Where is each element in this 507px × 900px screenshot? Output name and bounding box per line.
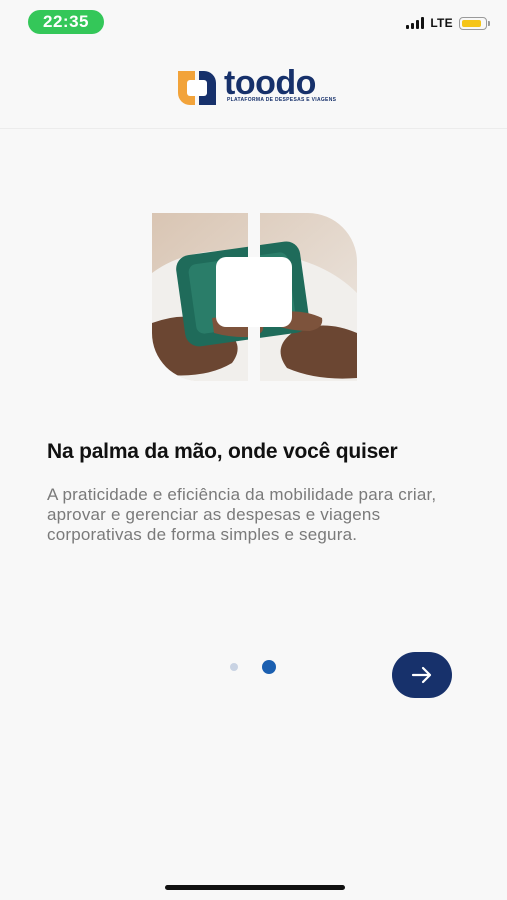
next-button[interactable] xyxy=(392,652,452,698)
page-dot-1[interactable] xyxy=(230,663,238,671)
arrow-right-icon xyxy=(411,666,432,684)
status-time: 22:35 xyxy=(28,10,104,34)
signal-icon xyxy=(406,17,425,29)
page-indicator xyxy=(230,660,276,674)
battery-icon xyxy=(459,16,490,30)
status-bar: 22:35 LTE xyxy=(0,0,507,48)
page-dot-2-active[interactable] xyxy=(262,660,276,674)
network-type: LTE xyxy=(430,16,453,30)
toodo-logo-mark-icon xyxy=(178,71,216,105)
logo-wordmark: toodo xyxy=(224,64,316,102)
onboarding-title: Na palma da mão, onde você quiser xyxy=(47,440,398,463)
hero-image xyxy=(152,213,357,381)
logo-tagline: PLATAFORMA DE DESPESAS E VIAGENS xyxy=(227,97,337,103)
app-header: toodo PLATAFORMA DE DESPESAS E VIAGENS xyxy=(0,48,507,129)
home-indicator[interactable] xyxy=(165,885,345,890)
onboarding-description: A praticidade e eficiência da mobilidade… xyxy=(47,485,437,544)
toodo-logo: toodo PLATAFORMA DE DESPESAS E VIAGENS xyxy=(178,66,338,110)
status-indicators: LTE xyxy=(406,14,490,32)
